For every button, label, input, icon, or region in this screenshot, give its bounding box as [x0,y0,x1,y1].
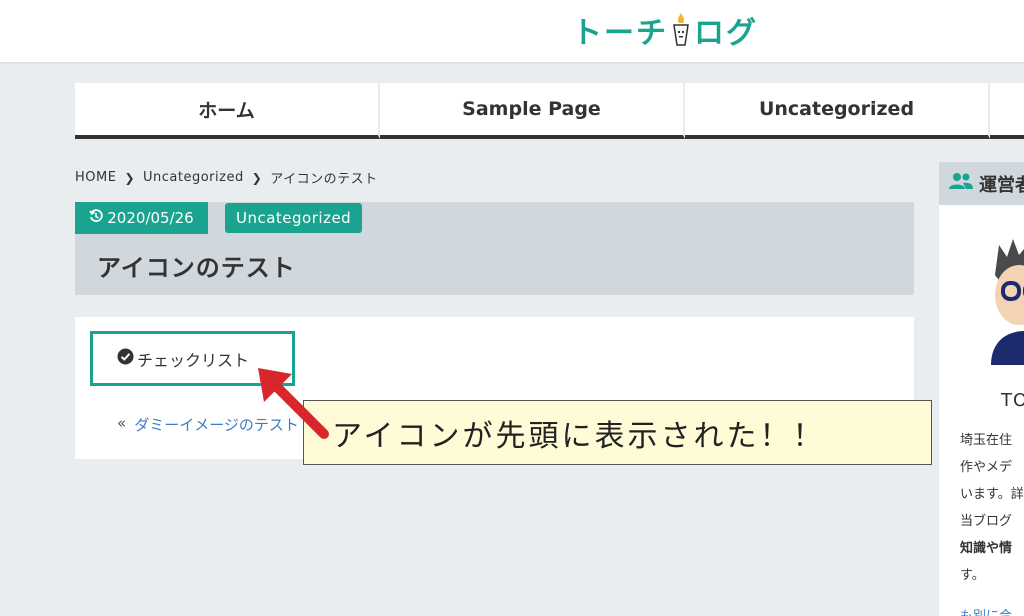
bio-line: 埼玉在住 [960,433,1013,448]
history-icon [89,209,103,227]
post-date-badge: 2020/05/26 [75,202,208,234]
bio-line: す。 [960,568,985,583]
nav-item-home[interactable]: ホーム [75,83,380,139]
nav-item-overflow[interactable] [990,83,1024,139]
bio-line: 知識や情 [960,541,1013,556]
breadcrumb-home[interactable]: HOME [75,170,116,185]
global-nav: ホーム Sample Page Uncategorized [75,83,1024,139]
breadcrumb: HOME ❯ Uncategorized ❯ アイコンのテスト [75,168,378,187]
check-circle-icon [117,348,134,369]
checklist-label: チェックリスト [137,350,250,370]
sidebar-profile-heading: 運営者 [939,162,1024,205]
post-date: 2020/05/26 [107,209,194,227]
users-icon [949,172,973,195]
breadcrumb-category[interactable]: Uncategorized [143,170,244,185]
avatar [991,239,1024,365]
annotation-callout: アイコンが先頭に表示された！！ [303,400,932,465]
post-category-badge[interactable]: Uncategorized [225,203,363,233]
profile-more-link[interactable]: も別に合 [960,605,1012,616]
profile-bio: 埼玉在住 作やメデ います。詳 当ブログ 知識や情 す。 [960,427,1024,589]
post-header: 2020/05/26 Uncategorized アイコンのテスト [75,202,914,295]
logo-text-right: ログ [694,16,758,51]
site-logo[interactable]: トーチ ログ [572,8,758,52]
bio-line: 作やメデ [960,460,1013,475]
sidebar-heading-text: 運営者 [979,174,1024,196]
prev-marker: « [117,414,127,432]
post-title: アイコンのテスト [97,254,296,282]
bio-line: います。詳 [960,487,1024,502]
logo-text-left: トーチ [572,16,668,51]
nav-item-sample-page[interactable]: Sample Page [380,83,685,139]
chevron-right-icon: ❯ [124,170,136,185]
sidebar-profile: TO 埼玉在住 作やメデ います。詳 当ブログ 知識や情 す。 も別に合 [939,205,1024,616]
profile-name: TO [1001,390,1024,411]
nav-item-uncategorized[interactable]: Uncategorized [685,83,990,139]
annotation-arrow-icon [258,368,329,439]
site-header: トーチ ログ [0,0,1024,62]
breadcrumb-current: アイコンのテスト [270,172,378,187]
chevron-right-icon: ❯ [251,170,263,185]
torch-icon [670,11,692,49]
bio-line: 当ブログ [960,514,1013,529]
